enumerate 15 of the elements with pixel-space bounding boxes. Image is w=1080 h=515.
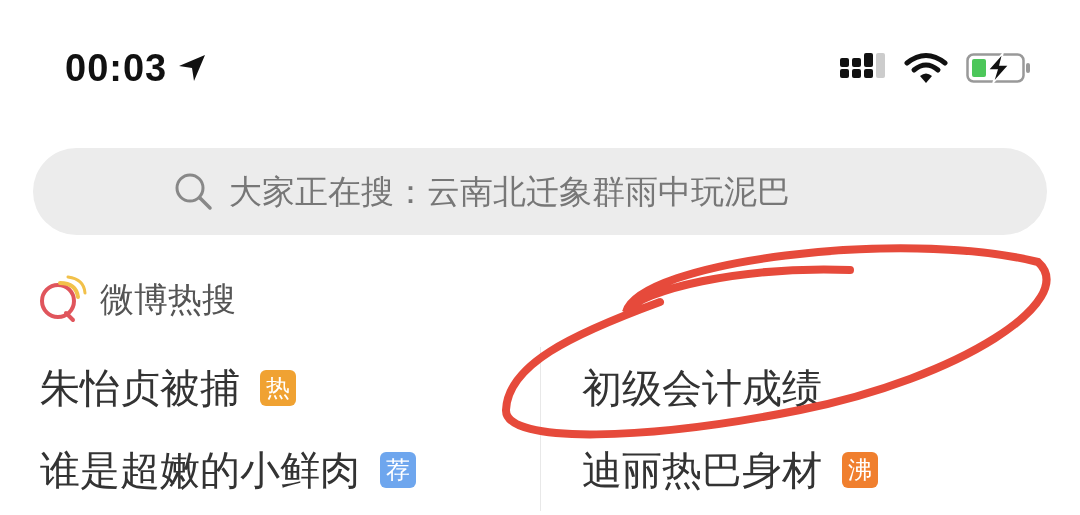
hot-search-icon (38, 275, 88, 325)
tag: 沸 (842, 452, 878, 488)
tag: 热 (260, 370, 296, 406)
hot-search-link[interactable]: 朱怡贞被捕 (40, 360, 240, 416)
hot-search-link[interactable]: 谁是超嫩的小鲜肉 (40, 442, 360, 498)
search-field[interactable]: 大家正在搜：云南北迁象群雨中玩泥巴 (33, 148, 1047, 235)
wifi-icon (904, 52, 948, 84)
search-icon (173, 171, 213, 211)
status-time: 00:03 (65, 46, 168, 90)
battery-charging-icon (966, 52, 1032, 84)
hot-search-link[interactable]: 初级会计成绩 (582, 360, 822, 416)
tag: 荐 (380, 452, 416, 488)
location-arrow-icon (177, 53, 208, 83)
hot-search-link[interactable]: 迪丽热巴身材 (582, 442, 822, 498)
section-title: 微博热搜 (100, 278, 236, 321)
